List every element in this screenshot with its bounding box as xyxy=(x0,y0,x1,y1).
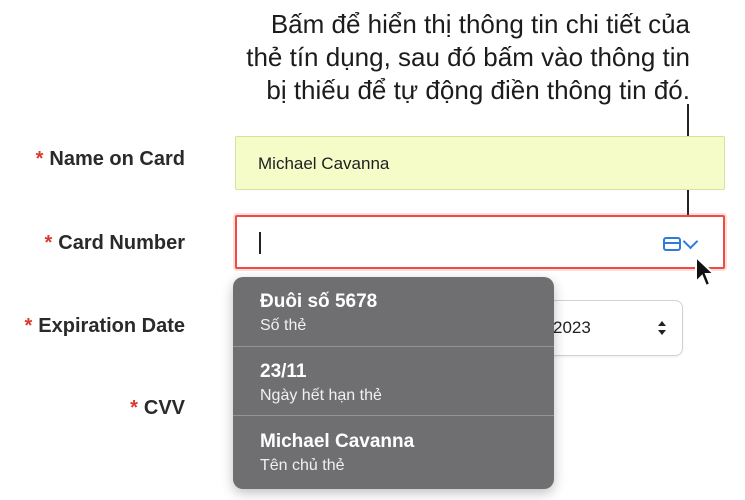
expiration-date-label: * Expiration Date xyxy=(25,315,186,338)
menu-item-title: Michael Cavanna xyxy=(260,431,415,452)
callout-text: Bấm để hiển thị thông tin chi tiết của t… xyxy=(130,8,690,107)
card-number-field[interactable] xyxy=(235,215,725,269)
required-mark: * xyxy=(35,148,44,170)
menu-item-cardholder[interactable]: Michael Cavanna Tên chủ thẻ xyxy=(233,417,554,485)
callout-line-1: Bấm để hiển thị thông tin chi tiết của xyxy=(270,9,690,39)
name-on-card-value: Michael Cavanna xyxy=(258,154,390,173)
menu-item-card-number[interactable]: Đuôi số 5678 Số thẻ xyxy=(233,277,554,345)
menu-item-subtitle: Tên chủ thẻ xyxy=(260,457,345,474)
name-on-card-field[interactable]: Michael Cavanna xyxy=(235,136,725,190)
required-mark: * xyxy=(24,315,33,337)
mouse-pointer-icon xyxy=(695,255,717,288)
chevron-down-icon xyxy=(682,233,699,250)
card-number-label: * Card Number xyxy=(45,232,186,255)
card-autofill-button[interactable] xyxy=(663,233,703,254)
cvv-label: * CVV xyxy=(130,397,185,420)
name-on-card-label-text: Name on Card xyxy=(49,148,185,170)
menu-item-subtitle: Ngày hết hạn thẻ xyxy=(260,387,382,404)
up-down-arrows-icon xyxy=(658,321,666,335)
expiration-year-value: 2023 xyxy=(553,318,591,337)
callout-line-2: thẻ tín dụng, sau đó bấm vào thông tin xyxy=(246,42,690,72)
callout-line-3: bị thiếu để tự động điền thông tin đó. xyxy=(266,75,690,105)
card-autofill-menu: Đuôi số 5678 Số thẻ 23/11 Ngày hết hạn t… xyxy=(233,277,554,489)
name-on-card-label: * Name on Card xyxy=(36,148,185,171)
card-number-label-text: Card Number xyxy=(58,232,185,254)
menu-item-expiration[interactable]: 23/11 Ngày hết hạn thẻ xyxy=(233,347,554,415)
required-mark: * xyxy=(130,397,138,419)
menu-item-title: Đuôi số 5678 xyxy=(260,291,378,312)
menu-divider xyxy=(233,415,554,416)
menu-item-subtitle: Số thẻ xyxy=(260,317,307,334)
expiration-date-label-text: Expiration Date xyxy=(38,315,185,337)
credit-card-icon xyxy=(663,237,681,251)
cvv-label-text: CVV xyxy=(143,397,185,419)
text-caret xyxy=(259,232,261,254)
expiration-year-select[interactable]: 2023 xyxy=(548,300,683,356)
required-mark: * xyxy=(44,232,53,254)
menu-item-title: 23/11 xyxy=(260,361,307,382)
